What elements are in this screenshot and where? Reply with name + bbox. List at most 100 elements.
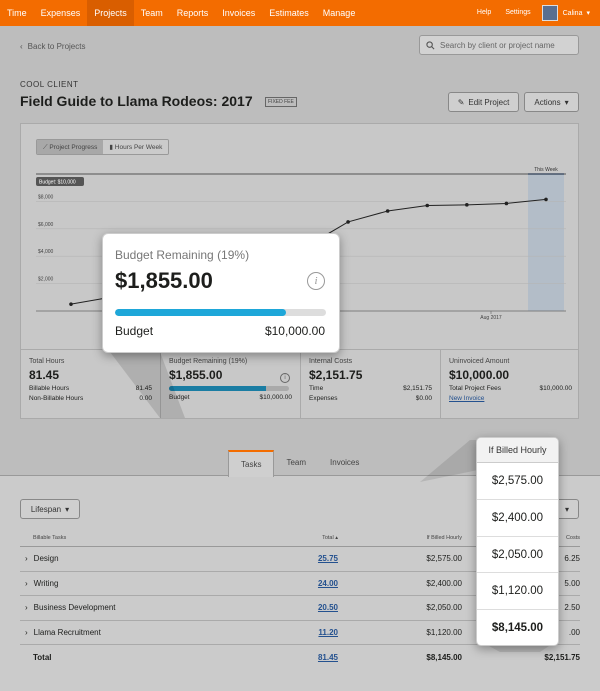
nav-projects[interactable]: Projects	[87, 0, 134, 26]
nav-settings[interactable]: Settings	[498, 0, 537, 26]
stat-value: $10,000.00	[449, 368, 510, 382]
tab-invoices[interactable]: Invoices	[318, 450, 371, 477]
col-total[interactable]: Total ▴	[308, 535, 338, 541]
nav-time[interactable]: Time	[0, 0, 34, 26]
data-point	[504, 201, 509, 206]
tab-tasks[interactable]: Tasks	[228, 450, 275, 477]
budget-remaining-popover: Budget Remaining (19%) $1,855.00 i Budge…	[102, 233, 340, 353]
nav-team[interactable]: Team	[134, 0, 170, 26]
stat-row-value: $0.00	[415, 395, 432, 402]
nav-invoices[interactable]: Invoices	[215, 0, 262, 26]
data-point	[346, 220, 350, 224]
nav-estimates[interactable]: Estimates	[262, 0, 316, 26]
this-week-band	[528, 174, 564, 311]
stat-label: Internal Costs	[309, 358, 353, 365]
popover-budget-label: Budget	[115, 324, 154, 338]
stat-label: Budget Remaining (19%)	[169, 358, 248, 365]
actions-button[interactable]: Actions ▾	[524, 92, 579, 112]
total-hours-link[interactable]: 81.45	[318, 653, 338, 662]
pencil-icon: ✎	[457, 97, 465, 107]
stat-total-hours: Total Hours 81.45 Billable Hours 81.45 No…	[21, 350, 161, 418]
total-label: Total	[33, 652, 52, 662]
popover-budget-value: $10,000.00	[264, 324, 325, 338]
popover-row: $2,575.00	[477, 463, 558, 500]
task-total[interactable]: 11.20	[318, 628, 338, 637]
info-icon[interactable]: i	[307, 272, 325, 290]
search-icon	[426, 40, 435, 49]
chevron-right-icon[interactable]: ›	[25, 603, 28, 612]
chevron-down-icon: ▾	[65, 504, 70, 514]
data-point	[69, 302, 73, 306]
y-tick-label: $4,000	[38, 249, 54, 255]
task-total[interactable]: 20.50	[318, 603, 338, 612]
stat-value: 81.45	[29, 368, 60, 382]
col-billable-tasks: Billable Tasks	[33, 535, 67, 541]
task-hourly: $2,400.00	[426, 578, 462, 588]
stat-row-label: Billable Hours	[29, 385, 70, 392]
chevron-right-icon[interactable]: ›	[25, 628, 28, 637]
lifespan-dropdown[interactable]: Lifespan ▾	[20, 499, 80, 519]
nav-expenses[interactable]: Expenses	[34, 0, 88, 26]
task-hourly: $1,120.00	[426, 627, 462, 637]
edit-project-button[interactable]: ✎ Edit Project	[448, 92, 519, 112]
info-icon[interactable]: i	[280, 373, 290, 383]
table-total-row: Total 81.45 $8,145.00 $2,151.75	[20, 645, 580, 670]
y-tick-label: $2,000	[38, 277, 54, 283]
popover-row: $1,120.00	[477, 573, 558, 611]
popover-row: $2,400.00	[477, 500, 558, 537]
new-invoice-link[interactable]: New Invoice	[449, 395, 484, 402]
fee-badge: FIXED FEE	[265, 97, 297, 107]
y-tick-label: $6,000	[38, 222, 54, 228]
client-name: COOL CLIENT	[20, 80, 79, 89]
data-point	[425, 203, 430, 208]
total-cost: $2,151.75	[544, 652, 580, 662]
chevron-down-icon: ▾	[586, 10, 590, 17]
page-title: Field Guide to Llama Rodeos: 2017	[20, 93, 253, 109]
stats-row: Total Hours 81.45 Billable Hours 81.45 No…	[21, 349, 578, 418]
y-tick-label: $8,000	[38, 194, 54, 200]
stat-value: $2,151.75	[309, 368, 363, 382]
back-to-projects-link[interactable]: ‹ Back to Projects	[20, 42, 85, 51]
avatar[interactable]	[541, 5, 558, 21]
search-placeholder: Search by client or project name	[440, 40, 555, 50]
stat-row-value: $2,151.75	[403, 385, 432, 392]
nav-manage[interactable]: Manage	[316, 0, 363, 26]
task-hourly: $2,575.00	[426, 554, 462, 564]
stat-row-value: $10,000.00	[259, 394, 292, 401]
task-hourly: $2,050.00	[426, 603, 462, 613]
popover-value: $1,855.00	[115, 268, 213, 293]
budget-progress-bar	[169, 386, 289, 391]
stat-row-label: Non-Billable Hours	[29, 395, 84, 402]
if-billed-hourly-popover: If Billed Hourly $2,575.00 $2,400.00 $2,…	[476, 437, 559, 646]
this-week-label: This Week	[534, 167, 558, 173]
chevron-right-icon[interactable]: ›	[25, 579, 28, 588]
nav-reports[interactable]: Reports	[170, 0, 216, 26]
popover-row: $2,050.00	[477, 537, 558, 574]
search-input[interactable]: Search by client or project name	[419, 35, 579, 55]
task-total[interactable]: 24.00	[318, 579, 338, 588]
popover-title: If Billed Hourly	[477, 438, 558, 463]
x-tick-label: Aug 2017	[480, 315, 502, 321]
edit-label: Edit Project	[468, 97, 510, 107]
stat-row-label: Time	[309, 385, 324, 392]
chevron-down-icon: ▾	[564, 504, 569, 514]
task-name: Business Development	[33, 603, 116, 613]
total-hourly: $8,145.00	[426, 652, 462, 662]
task-total[interactable]: 25.75	[318, 554, 338, 563]
stat-row-value: 0.00	[139, 395, 152, 402]
user-menu[interactable]: Calina ▾	[558, 9, 600, 18]
stat-row-label: Expenses	[309, 395, 338, 402]
budget-progress-fill	[169, 386, 267, 391]
popover-progress-bar	[115, 309, 326, 316]
tab-team[interactable]: Team	[274, 450, 318, 477]
task-name: Design	[33, 554, 59, 564]
task-name: Writing	[33, 578, 59, 588]
task-name: Llama Recruitment	[33, 627, 101, 637]
nav-help[interactable]: Help	[470, 0, 498, 26]
back-label: Back to Projects	[27, 42, 86, 51]
stat-internal-costs: Internal Costs $2,151.75 Time $2,151.75 E…	[301, 350, 441, 418]
stat-budget-remaining: Budget Remaining (19%) $1,855.00 i Budge…	[161, 350, 301, 418]
stat-row-value: 81.45	[135, 385, 152, 392]
chevron-right-icon[interactable]: ›	[25, 554, 28, 563]
top-nav: Time Expenses Projects Team Reports Invo…	[0, 0, 600, 26]
